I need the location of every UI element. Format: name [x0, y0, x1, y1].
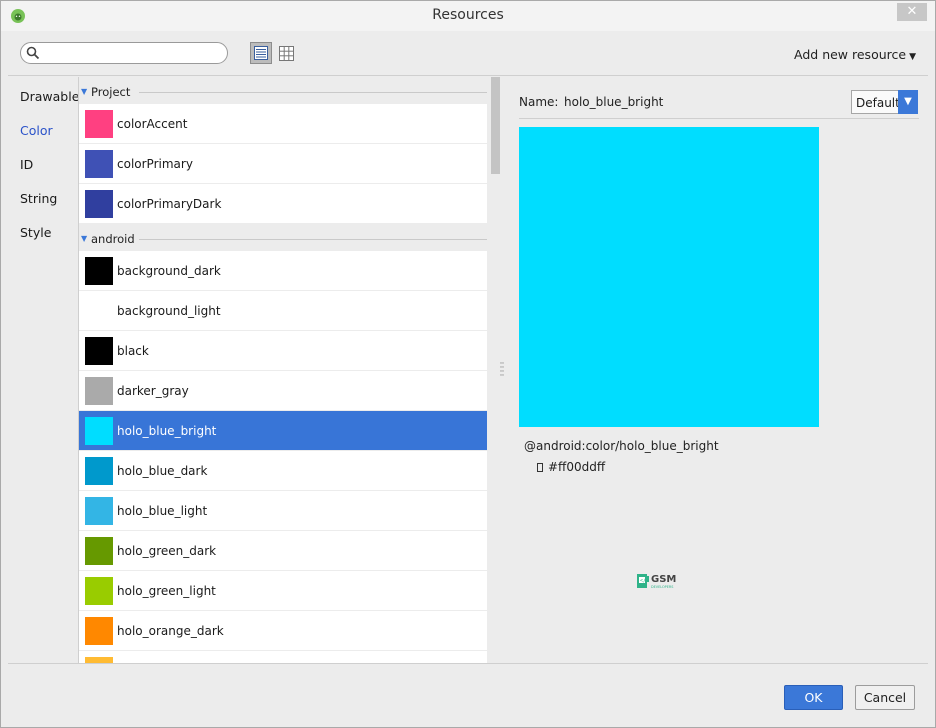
color-swatch — [85, 257, 113, 285]
list-item[interactable]: black — [79, 331, 487, 371]
category-style[interactable]: Style — [20, 225, 51, 240]
title-bar: Resources ✕ — [1, 1, 935, 31]
list-item[interactable]: holo_orange_dark — [79, 611, 487, 651]
item-name: holo_blue_dark — [117, 464, 208, 478]
expand-arrow-icon: ▼ — [81, 87, 88, 96]
category-color[interactable]: Color — [20, 123, 53, 138]
resources-dialog: Resources ✕ Add new resource ▼ Drawable … — [0, 0, 936, 728]
cancel-button[interactable]: Cancel — [855, 685, 915, 710]
resource-list: ▼ Project colorAccent colorPrimary color… — [78, 77, 501, 663]
item-name: background_light — [117, 304, 221, 318]
resource-reference: @android:color/holo_blue_bright — [524, 439, 719, 453]
hex-value-row: #ff00ddff — [537, 460, 605, 474]
group-header-android[interactable]: ▼ android — [79, 225, 487, 252]
list-item[interactable]: colorPrimaryDark — [79, 184, 487, 224]
color-swatch — [85, 457, 113, 485]
list-view-button[interactable] — [250, 42, 272, 64]
color-swatch — [85, 337, 113, 365]
item-name: holo_green_light — [117, 584, 216, 598]
list-item[interactable]: holo_blue_dark — [79, 451, 487, 491]
item-name: black — [117, 344, 149, 358]
svg-text:GSM: GSM — [651, 574, 676, 585]
color-swatch — [85, 497, 113, 525]
group-header-project[interactable]: ▼ Project — [79, 78, 487, 105]
color-swatch — [85, 377, 113, 405]
list-item[interactable]: holo_green_dark — [79, 531, 487, 571]
detail-panel: Name: holo_blue_bright Default ▼ @androi… — [503, 77, 928, 663]
chevron-down-icon: ▼ — [898, 90, 918, 114]
item-name: background_dark — [117, 264, 221, 278]
item-name: colorAccent — [117, 117, 188, 131]
color-swatch — [85, 577, 113, 605]
list-item[interactable]: background_light — [79, 291, 487, 331]
add-new-resource-menu[interactable]: Add new resource ▼ — [794, 47, 916, 62]
category-drawable[interactable]: Drawable — [20, 89, 79, 104]
color-swatch — [85, 537, 113, 565]
list-item[interactable] — [79, 651, 487, 663]
list-scrollbar[interactable] — [491, 77, 500, 174]
color-preview — [519, 127, 819, 427]
category-string[interactable]: String — [20, 191, 57, 206]
list-item[interactable]: darker_gray — [79, 371, 487, 411]
color-swatch — [85, 617, 113, 645]
divider — [519, 118, 919, 119]
configuration-dropdown[interactable]: Default ▼ — [851, 90, 918, 114]
search-input[interactable] — [45, 45, 221, 61]
category-list: Drawable Color ID String Style — [8, 77, 79, 663]
item-name: holo_green_dark — [117, 544, 217, 558]
item-name: colorPrimaryDark — [117, 197, 222, 211]
ok-button[interactable]: OK — [784, 685, 843, 710]
item-name: holo_orange_dark — [117, 624, 224, 638]
add-new-resource-label: Add new resource — [794, 47, 907, 62]
color-swatch — [85, 110, 113, 138]
close-icon: ✕ — [906, 4, 918, 19]
color-swatch — [85, 150, 113, 178]
item-name: holo_blue_light — [117, 504, 208, 518]
color-swatch — [85, 417, 113, 445]
search-icon — [26, 46, 40, 60]
color-box-icon — [537, 463, 543, 472]
list-item[interactable]: holo_green_light — [79, 571, 487, 611]
svg-text:DEVELOPERS: DEVELOPERS — [651, 585, 673, 589]
name-value: holo_blue_bright — [564, 95, 664, 109]
grid-view-button[interactable] — [275, 42, 297, 64]
hex-value: #ff00ddff — [548, 460, 606, 474]
list-item[interactable]: background_dark — [79, 251, 487, 291]
search-box[interactable] — [20, 42, 228, 64]
gsm-developers-logo: </> GSM DEVELOPERS — [637, 574, 676, 589]
item-name: darker_gray — [117, 384, 189, 398]
name-label: Name: — [519, 95, 559, 109]
item-name: colorPrimary — [117, 157, 193, 171]
category-id[interactable]: ID — [20, 157, 33, 172]
configuration-value: Default — [856, 96, 900, 110]
list-item[interactable]: holo_blue_light — [79, 491, 487, 531]
grid-view-icon — [278, 45, 294, 61]
toolbar: Add new resource ▼ — [8, 32, 928, 76]
footer-divider — [8, 663, 928, 664]
svg-text:</>: </> — [640, 578, 649, 584]
expand-arrow-icon: ▼ — [81, 234, 88, 243]
color-swatch — [85, 297, 113, 325]
color-swatch — [85, 190, 113, 218]
close-button[interactable]: ✕ — [897, 3, 927, 21]
list-view-icon — [254, 46, 268, 60]
chevron-down-icon: ▼ — [909, 52, 916, 62]
list-item[interactable]: colorAccent — [79, 104, 487, 144]
list-item[interactable]: colorPrimary — [79, 144, 487, 184]
item-name: holo_blue_bright — [117, 424, 217, 438]
list-item-selected[interactable]: holo_blue_bright — [79, 411, 487, 451]
window-title: Resources — [432, 7, 504, 23]
